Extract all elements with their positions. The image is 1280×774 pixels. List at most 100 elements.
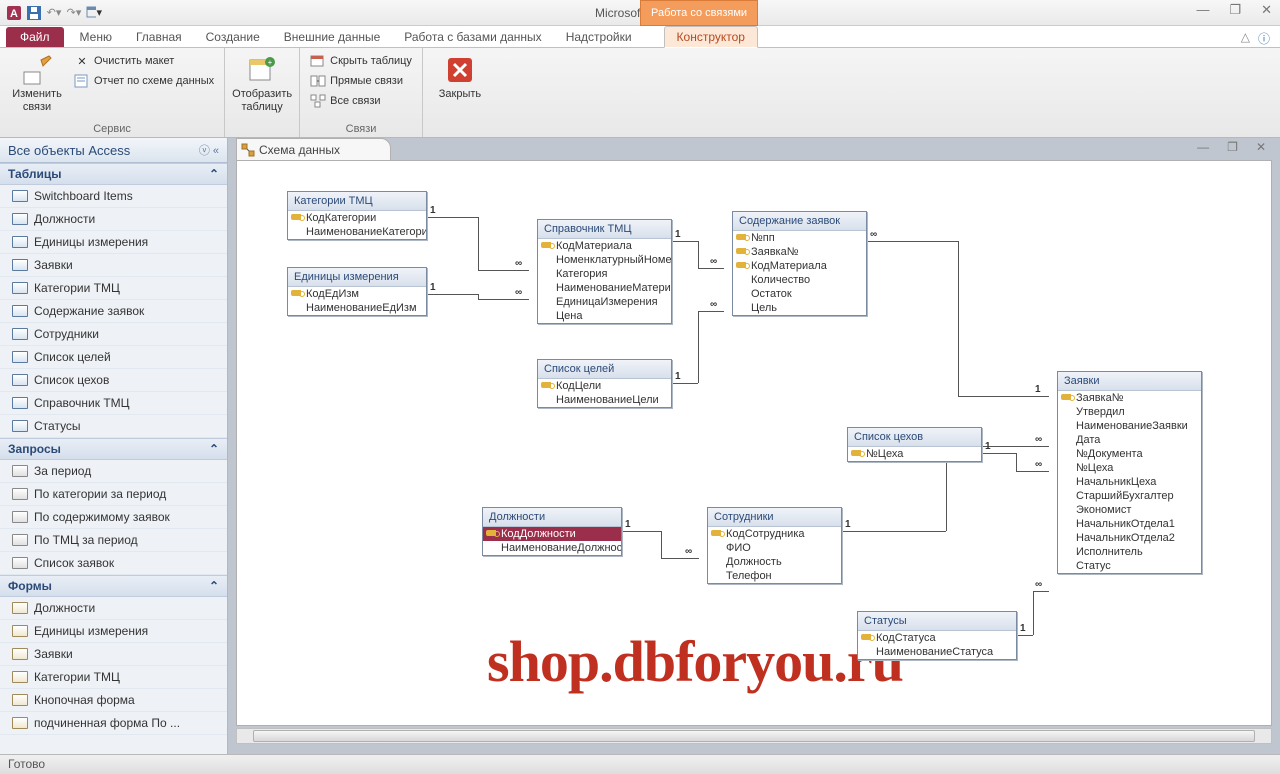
table-header[interactable]: Список цехов [848,428,981,447]
relation-line[interactable] [958,396,1049,397]
relation-table[interactable]: СотрудникиКодСотрудникаФИОДолжностьТелеф… [707,507,842,584]
all-relations-button[interactable]: Все связи [308,92,414,110]
nav-item[interactable]: Категории ТМЦ [0,277,227,300]
table-field[interactable]: КодСтатуса [858,631,1016,645]
nav-item[interactable]: Справочник ТМЦ [0,392,227,415]
relation-line[interactable] [958,241,959,396]
table-header[interactable]: Список целей [538,360,671,379]
table-header[interactable]: Категории ТМЦ [288,192,426,211]
nav-item[interactable]: По категории за период [0,483,227,506]
nav-item[interactable]: Switchboard Items [0,185,227,208]
direct-relations-button[interactable]: Прямые связи [308,72,414,90]
nav-item[interactable]: Сотрудники [0,323,227,346]
nav-item[interactable]: За период [0,460,227,483]
qat-customize-icon[interactable]: ▾ [86,5,102,21]
table-field[interactable]: НаименованиеДолжности [483,541,621,555]
table-field[interactable]: Заявка№ [733,245,866,259]
nav-item[interactable]: подчиненная форма По ... [0,712,227,735]
relationship-canvas[interactable]: shop.dbforyou.ru 1∞1∞1∞1∞∞11∞1∞1∞1∞Катег… [236,160,1272,726]
nav-group-forms[interactable]: Формы⌃ [0,575,227,597]
relation-table[interactable]: СтатусыКодСтатусаНаименованиеСтатуса [857,611,1017,660]
tab-menu[interactable]: Меню [68,27,124,47]
nav-item[interactable]: По ТМЦ за период [0,529,227,552]
table-field[interactable]: Остаток [733,287,866,301]
relation-table[interactable]: ДолжностиКодДолжностиНаименованиеДолжнос… [482,507,622,556]
help-icon[interactable]: ⓘ [1258,30,1270,47]
table-field[interactable]: Категория [538,267,671,281]
table-field[interactable]: СтаршийБухгалтер [1058,489,1201,503]
document-tab[interactable]: Схема данных [236,138,391,160]
table-field[interactable]: Экономист [1058,503,1201,517]
relation-line[interactable] [982,453,1016,454]
relation-line[interactable] [622,531,661,532]
table-header[interactable]: Статусы [858,612,1016,631]
table-field[interactable]: КодКатегории [288,211,426,225]
horizontal-scrollbar[interactable] [236,728,1272,744]
ribbon-minimize-icon[interactable]: △ [1241,30,1250,47]
nav-group-tables[interactable]: Таблицы⌃ [0,163,227,185]
table-field[interactable]: НаименованиеКатегории [288,225,426,239]
relation-line[interactable] [478,217,479,270]
relation-line[interactable] [478,270,529,271]
relation-table[interactable]: ЗаявкиЗаявка№УтвердилНаименованиеЗаявкиД… [1057,371,1202,574]
tab-home[interactable]: Главная [124,27,194,47]
doc-minimize-icon[interactable]: — [1197,140,1209,154]
table-field[interactable]: Исполнитель [1058,545,1201,559]
clear-layout-button[interactable]: ✕Очистить макет [72,52,216,70]
table-field[interactable]: НоменклатурныйНомер [538,253,671,267]
nav-header[interactable]: Все объекты Access ⓥ « [0,138,227,163]
table-field[interactable]: Дата [1058,433,1201,447]
table-field[interactable]: НаименованиеМатериала [538,281,671,295]
nav-search-icon[interactable]: ⓥ « [199,142,219,158]
table-field[interactable]: КодЕдИзм [288,287,426,301]
table-field[interactable]: Заявка№ [1058,391,1201,405]
relation-report-button[interactable]: Отчет по схеме данных [72,72,216,90]
close-icon[interactable]: ✕ [1261,2,1272,18]
table-header[interactable]: Должности [483,508,621,527]
table-field[interactable]: Статус [1058,559,1201,573]
relation-line[interactable] [698,311,699,383]
table-field[interactable]: №Цеха [848,447,981,461]
relation-table[interactable]: Категории ТМЦКодКатегорииНаименованиеКат… [287,191,427,240]
table-field[interactable]: КодДолжности [483,527,621,541]
relation-line[interactable] [1016,453,1017,471]
relation-line[interactable] [842,531,946,532]
scroll-thumb[interactable] [253,730,1255,742]
nav-item[interactable]: Должности [0,208,227,231]
tab-external[interactable]: Внешние данные [272,27,393,47]
table-field[interactable]: КодСотрудника [708,527,841,541]
table-field[interactable]: НаименованиеЗаявки [1058,419,1201,433]
tab-create[interactable]: Создание [194,27,272,47]
nav-item[interactable]: Категории ТМЦ [0,666,227,689]
nav-item[interactable]: Должности [0,597,227,620]
table-field[interactable]: Утвердил [1058,405,1201,419]
table-field[interactable]: ФИО [708,541,841,555]
nav-item[interactable]: Единицы измерения [0,231,227,254]
table-field[interactable]: №пп [733,231,866,245]
doc-close-icon[interactable]: ✕ [1256,140,1266,154]
table-field[interactable]: КодМатериала [733,259,866,273]
table-header[interactable]: Единицы измерения [288,268,426,287]
redo-icon[interactable]: ↷▾ [66,5,82,21]
relation-line[interactable] [1033,591,1034,635]
close-button[interactable]: Закрыть [431,52,489,103]
table-field[interactable]: КодМатериала [538,239,671,253]
relation-table[interactable]: Справочник ТМЦКодМатериалаНоменклатурный… [537,219,672,324]
minimize-icon[interactable]: — [1196,2,1209,18]
table-field[interactable]: ЕдиницаИзмерения [538,295,671,309]
nav-group-queries[interactable]: Запросы⌃ [0,438,227,460]
table-field[interactable]: НачальникОтдела1 [1058,517,1201,531]
relation-line[interactable] [698,311,724,312]
nav-item[interactable]: Список заявок [0,552,227,575]
table-field[interactable]: №Документа [1058,447,1201,461]
nav-item[interactable]: Заявки [0,254,227,277]
relation-line[interactable] [672,383,698,384]
tab-addins[interactable]: Надстройки [554,27,644,47]
relation-line[interactable] [672,241,698,242]
nav-item[interactable]: По содержимому заявок [0,506,227,529]
table-header[interactable]: Содержание заявок [733,212,866,231]
table-field[interactable]: НаименованиеЦели [538,393,671,407]
table-header[interactable]: Заявки [1058,372,1201,391]
table-field[interactable]: КодЦели [538,379,671,393]
relation-line[interactable] [1033,591,1049,592]
